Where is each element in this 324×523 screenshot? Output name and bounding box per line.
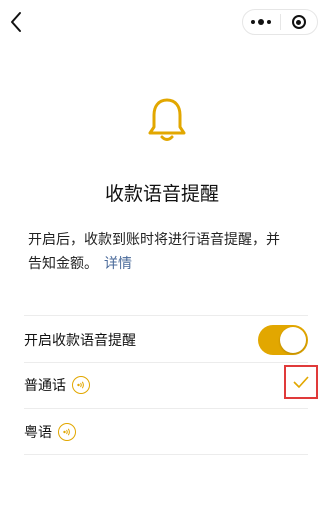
enable-voice-row: 开启收款语音提醒 xyxy=(24,324,308,356)
description: 开启后，收款到账时将进行语音提醒，并 告知金额。 详情 xyxy=(28,228,306,276)
sound-icon[interactable] xyxy=(72,376,90,394)
more-button[interactable] xyxy=(243,10,280,34)
top-nav-bar xyxy=(0,0,324,44)
close-miniapp-button[interactable] xyxy=(280,10,317,34)
bell-icon xyxy=(148,98,186,141)
mini-program-capsule xyxy=(242,9,318,35)
description-line1: 开启后，收款到账时将进行语音提醒，并 xyxy=(28,232,280,248)
target-icon xyxy=(291,15,306,29)
details-link[interactable]: 详情 xyxy=(104,256,132,272)
checkmark-icon xyxy=(293,376,309,388)
chevron-left-icon xyxy=(11,12,21,32)
option-cantonese[interactable]: 粤语 xyxy=(24,418,308,446)
divider xyxy=(24,362,308,363)
page-title: 收款语音提醒 xyxy=(104,183,219,205)
more-dots-icon xyxy=(251,19,272,25)
divider xyxy=(24,315,308,316)
enable-voice-label: 开启收款语音提醒 xyxy=(24,333,136,349)
option-label: 粤语 xyxy=(24,425,52,441)
description-line2: 告知金额。 xyxy=(28,256,98,272)
option-label: 普通话 xyxy=(24,378,66,394)
sound-icon[interactable] xyxy=(58,423,76,441)
option-mandarin[interactable]: 普通话 xyxy=(24,365,318,399)
selected-highlight[interactable] xyxy=(284,365,318,399)
divider xyxy=(24,454,308,455)
enable-voice-toggle[interactable] xyxy=(258,325,308,355)
toggle-knob xyxy=(280,327,306,353)
divider xyxy=(24,408,308,409)
back-button[interactable] xyxy=(4,8,28,36)
